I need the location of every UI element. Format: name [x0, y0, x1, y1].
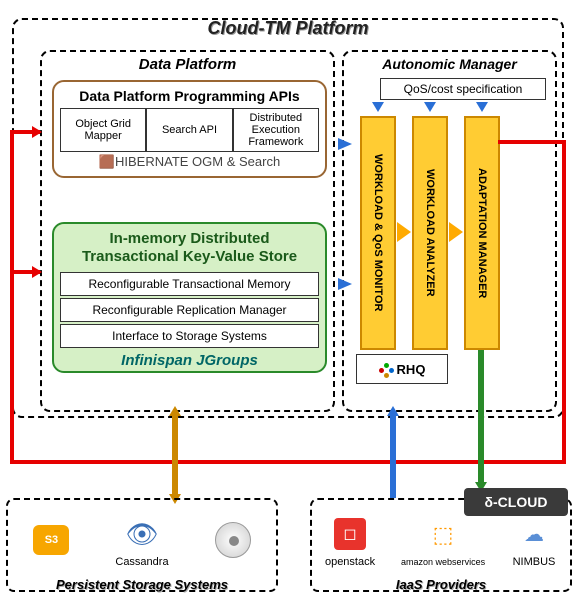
arrow-icon [32, 126, 42, 138]
arrow-icon [397, 222, 411, 242]
rhq-label: RHQ [356, 354, 448, 384]
orange-line [172, 414, 178, 498]
red-line [562, 140, 566, 464]
kv-row-rtm: Reconfigurable Transactional Memory [60, 272, 319, 296]
qos-spec: QoS/cost specification [380, 78, 546, 100]
nimbus-icon: ☁ [511, 514, 557, 554]
aws-label: amazon webservices [401, 557, 485, 567]
kv-row-rrm: Reconfigurable Replication Manager [60, 298, 319, 322]
green-line [478, 350, 484, 486]
storage-logos: S3 S3 👁 Cassandra [8, 500, 276, 568]
storage-title: Persistent Storage Systems [8, 577, 276, 592]
outer-title: Cloud-TM Platform [14, 18, 562, 39]
disk-icon [215, 522, 251, 558]
disk-logo [210, 520, 256, 562]
kv-header: In-memory Distributed Transactional Key-… [60, 230, 319, 266]
col-monitor: WORKLOAD & QoS MONITOR [360, 116, 396, 350]
arrow-icon [169, 406, 181, 416]
nimbus-logo: ☁ NIMBUS [511, 514, 557, 568]
s3-icon: S3 [33, 525, 69, 555]
aws-icon: ⬚ [420, 515, 466, 555]
nimbus-label: NIMBUS [511, 556, 557, 568]
col-analyzer: WORKLOAD ANALYZER [412, 116, 448, 350]
kv-row-iss: Interface to Storage Systems [60, 324, 319, 348]
api-cell-search: Search API [146, 108, 232, 152]
iaas-providers: δ-CLOUD ◻ openstack ⬚ amazon webservices… [310, 498, 572, 592]
cassandra-label: Cassandra [115, 556, 168, 568]
red-line [10, 130, 14, 460]
arrow-icon [338, 138, 352, 150]
openstack-icon: ◻ [334, 518, 366, 550]
am-title: Autonomic Manager [344, 52, 555, 72]
api-row: Object Grid Mapper Search API Distribute… [60, 108, 319, 152]
arrow-icon [372, 102, 384, 112]
autonomic-manager: Autonomic Manager QoS/cost specification… [342, 50, 557, 412]
api-cell-ogm: Object Grid Mapper [60, 108, 146, 152]
api-tech: 🟫HIBERNATE OGM & Search [60, 152, 319, 170]
red-line [498, 140, 566, 144]
aws-logo: ⬚ amazon webservices [401, 515, 485, 567]
arrow-icon [476, 102, 488, 112]
cassandra-logo: 👁 Cassandra [115, 514, 168, 568]
deltacloud: δ-CLOUD [464, 488, 568, 516]
iaas-title: IaaS Providers [312, 577, 570, 592]
arrow-icon [32, 266, 42, 278]
blue-line [390, 414, 396, 498]
api-header: Data Platform Programming APIs [60, 88, 319, 104]
persistent-storage: S3 S3 👁 Cassandra Persistent Storage Sys… [6, 498, 278, 592]
data-platform-title: Data Platform [42, 52, 333, 73]
arrow-icon [424, 102, 436, 112]
rhq-icon [379, 363, 395, 379]
cassandra-icon: 👁 [119, 514, 165, 554]
openstack-logo: ◻ openstack [325, 514, 375, 568]
col-adaptation: ADAPTATION MANAGER [464, 116, 500, 350]
api-cell-exec: Distributed Execution Framework [233, 108, 319, 152]
rhq-text: RHQ [397, 362, 426, 377]
openstack-label: openstack [325, 556, 375, 568]
kv-tech: Infinispan JGroups [60, 350, 319, 369]
arrow-icon [387, 406, 399, 416]
arrow-icon [338, 278, 352, 290]
api-tech-label: HIBERNATE OGM & Search [115, 154, 280, 169]
kv-store: In-memory Distributed Transactional Key-… [52, 222, 327, 373]
api-box: Data Platform Programming APIs Object Gr… [52, 80, 327, 178]
s3-logo: S3 S3 [28, 520, 74, 562]
data-platform: Data Platform Data Platform Programming … [40, 50, 335, 412]
arrow-icon [449, 222, 463, 242]
